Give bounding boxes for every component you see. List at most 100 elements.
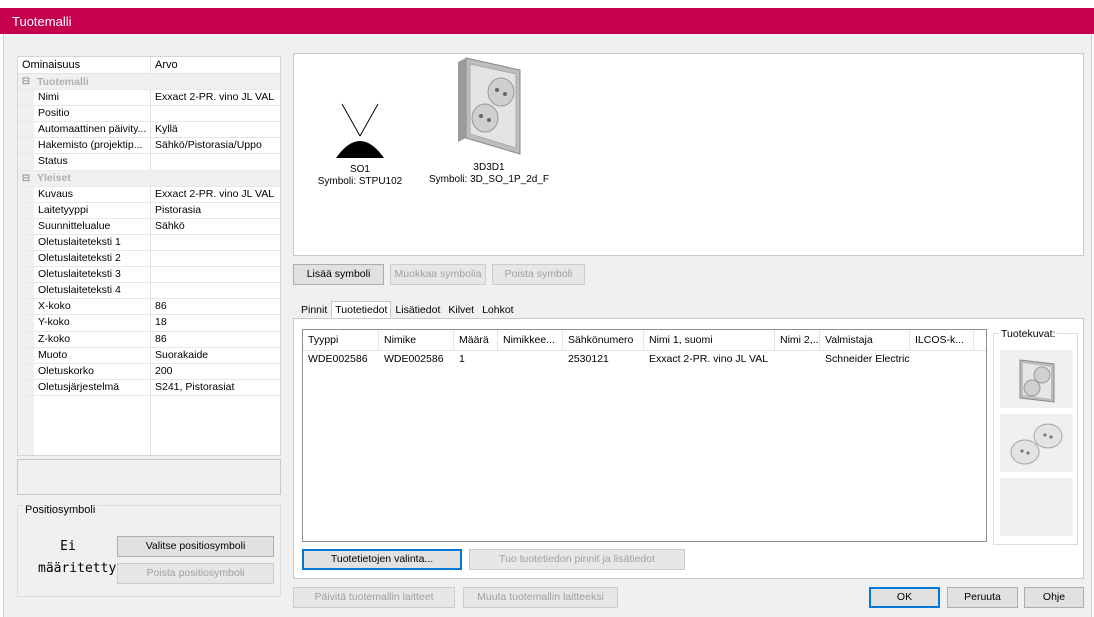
import-pins-button[interactable]: Tuo tuotetiedon pinnit ja lisätiedot [469, 549, 685, 570]
property-row[interactable]: Z-koko 86 [18, 331, 280, 348]
column-header[interactable]: Valmistaja [820, 330, 910, 350]
product-data-table[interactable]: Tyyppi Nimike Määrä Nimikkee... Sähkönum… [302, 329, 987, 542]
property-row[interactable]: Oletuslaiteteksti 4 [18, 283, 280, 300]
convert-devices-button[interactable]: Muuta tuotemallin laitteeksi [463, 587, 618, 608]
ok-button[interactable]: OK [869, 587, 940, 608]
property-row[interactable]: Muoto Suorakaide [18, 347, 280, 364]
property-value[interactable]: Kyllä [151, 122, 280, 137]
property-row[interactable]: X-koko 86 [18, 299, 280, 316]
property-value[interactable] [151, 283, 280, 298]
property-value[interactable] [151, 251, 280, 266]
property-name: Suunnittelualue [34, 218, 151, 234]
product-images-legend: Tuotekuvat: [999, 328, 1058, 340]
remove-position-symbol-button[interactable]: Poista positiosymboli [117, 563, 274, 584]
symbol-name: SO1 [349, 164, 370, 175]
column-header[interactable]: Nimi 1, suomi [644, 330, 775, 350]
column-header[interactable]: ILCOS-k... [910, 330, 974, 350]
property-row[interactable]: Status [18, 154, 280, 171]
property-value[interactable]: Exxact 2-PR. vino JL VAL [151, 187, 280, 202]
column-header[interactable]: Nimi 2,... [775, 330, 820, 350]
property-value[interactable]: Sähkö/Pistorasia/Uppo [151, 138, 280, 153]
table-cell: WDE002586 [384, 353, 444, 365]
symbol-preview-area[interactable]: SO1 Symboli: STPU102 3D3D1 Symboli: 3D_S… [293, 53, 1084, 256]
select-product-data-button[interactable]: Tuotetietojen valinta... [302, 549, 462, 570]
tab-tuotetiedot[interactable]: Tuotetiedot [331, 301, 392, 318]
help-button[interactable]: Ohje [1024, 587, 1084, 608]
property-value[interactable] [151, 235, 280, 250]
property-value[interactable]: 200 [151, 364, 280, 379]
column-header[interactable]: Sähkönumero [563, 330, 644, 350]
symbol-label: Symboli: 3D_SO_1P_2d_F [428, 174, 550, 185]
property-name: Oletuslaiteteksti 1 [34, 234, 151, 251]
symbol-item-3d3d1[interactable]: 3D3D1 Symboli: 3D_SO_1P_2d_F [424, 54, 554, 186]
property-row[interactable]: Oletuskorko 200 [18, 363, 280, 380]
table-cell: WDE002586 [308, 353, 368, 365]
status-line-1: Ei [60, 539, 76, 554]
property-row[interactable]: Oletuslaiteteksti 3 [18, 267, 280, 284]
row-gutter [18, 267, 34, 283]
product-image-2[interactable] [1000, 414, 1073, 472]
property-category[interactable]: ⊟ Yleiset [18, 170, 280, 187]
symbol-label: Symboli: STPU102 [317, 176, 403, 187]
column-header[interactable]: Määrä [454, 330, 498, 350]
property-name: Oletuslaiteteksti 3 [34, 267, 151, 283]
product-image-3[interactable] [1000, 478, 1073, 536]
cancel-button[interactable]: Peruuta [947, 587, 1018, 608]
symbol-item-so1[interactable]: SO1 Symboli: STPU102 [316, 102, 404, 188]
tab-kilvet[interactable]: Kilvet [444, 301, 478, 318]
edit-symbol-button[interactable]: Muokkaa symbolia [390, 264, 486, 285]
property-grid[interactable]: Ominaisuus Arvo ⊟ Tuotemalli Nimi Exxact 2-… [17, 56, 281, 456]
row-gutter [18, 331, 34, 347]
property-row[interactable]: Oletuslaiteteksti 1 [18, 234, 280, 252]
tab-pinnit[interactable]: Pinnit [297, 301, 331, 318]
product-image-1[interactable] [1000, 350, 1073, 408]
property-name: Y-koko [34, 315, 151, 331]
column-header[interactable]: Tyyppi [303, 330, 379, 350]
property-row[interactable]: Kuvaus Exxact 2-PR. vino JL VAL [18, 186, 280, 203]
property-row[interactable]: Laitetyyppi Pistorasia [18, 202, 280, 219]
title-bar[interactable]: Tuotemalli [0, 8, 1094, 34]
property-value[interactable] [151, 267, 280, 282]
collapse-icon[interactable]: ⊟ [18, 76, 34, 87]
property-row[interactable]: Hakemisto (projektip... Sähkö/Pistorasia/… [18, 138, 280, 155]
property-row[interactable]: Automaattinen päivity... Kyllä [18, 122, 280, 139]
socket-symbol-icon [336, 103, 384, 158]
property-value[interactable]: 18 [151, 315, 280, 330]
property-value[interactable]: Sähkö [151, 219, 280, 234]
row-gutter [18, 106, 34, 122]
remove-symbol-button[interactable]: Poista symboli [492, 264, 585, 285]
collapse-icon[interactable]: ⊟ [18, 173, 34, 184]
column-header-property[interactable]: Ominaisuus [18, 57, 151, 73]
table-row[interactable]: WDE002586 WDE002586 1 2530121 Exxact 2-P… [303, 351, 986, 368]
property-row[interactable]: Y-koko 18 [18, 315, 280, 332]
property-row[interactable]: Suunnittelualue Sähkö [18, 218, 280, 235]
column-header[interactable]: Nimike [379, 330, 454, 350]
table-cell: 2530121 [568, 353, 609, 365]
column-header[interactable]: Nimikkee... [498, 330, 563, 350]
add-symbol-button[interactable]: Lisää symboli [293, 264, 384, 285]
property-value[interactable]: Exxact 2-PR. vino JL VAL [151, 90, 280, 105]
select-position-symbol-button[interactable]: Valitse positiosymboli [117, 536, 274, 557]
property-value[interactable] [151, 154, 280, 169]
property-row[interactable]: Positio [18, 106, 280, 123]
tab-lisatiedot[interactable]: Lisätiedot [391, 301, 444, 318]
tab-lohkot[interactable]: Lohkot [478, 301, 518, 318]
property-category[interactable]: ⊟ Tuotemalli [18, 74, 280, 91]
property-value[interactable]: 86 [151, 299, 280, 314]
property-value[interactable]: Suorakaide [151, 348, 280, 363]
property-name: Laitetyyppi [34, 202, 151, 218]
property-row[interactable]: Nimi Exxact 2-PR. vino JL VAL [18, 90, 280, 107]
table-cell [498, 351, 563, 368]
property-name: Oletuslaiteteksti 4 [34, 283, 151, 299]
row-gutter [18, 218, 34, 234]
property-name: Oletuskorko [34, 363, 151, 379]
property-value[interactable]: 86 [151, 332, 280, 347]
property-row[interactable]: Oletusjärjestelmä S241, Pistorasiat [18, 379, 280, 396]
category-name: Yleiset [37, 172, 71, 185]
column-header-value[interactable]: Arvo [151, 57, 182, 73]
property-value[interactable] [151, 106, 280, 121]
property-value[interactable]: S241, Pistorasiat [151, 380, 280, 395]
property-row[interactable]: Oletuslaiteteksti 2 [18, 251, 280, 268]
update-devices-button[interactable]: Päivitä tuotemallin laitteet [293, 587, 455, 608]
property-value[interactable]: Pistorasia [151, 203, 280, 218]
